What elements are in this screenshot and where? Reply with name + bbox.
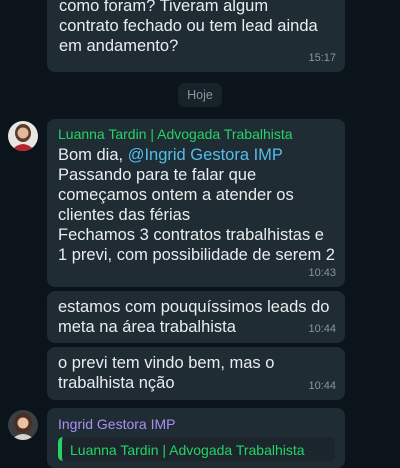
message-bubble[interactable]: como foram? Tiveram algum contrato fecha…: [47, 0, 345, 72]
message-time: 10:43: [308, 267, 336, 279]
message-text: como foram? Tiveram algum contrato fecha…: [59, 0, 318, 55]
message-time: 15:17: [308, 52, 336, 64]
message-text: o previ tem vindo bem, mas o trabalhista…: [58, 354, 275, 392]
message-time: 10:44: [308, 380, 336, 392]
sender-name[interactable]: Luanna Tardin | Advogada Trabalhista: [58, 125, 335, 143]
message-text: estamos com pouquíssimos leads do meta n…: [58, 298, 330, 336]
avatar[interactable]: [8, 410, 38, 440]
date-separator: Hoje: [178, 83, 222, 107]
message-bubble[interactable]: Luanna Tardin | Advogada Trabalhista Bom…: [47, 119, 345, 287]
message-bubble[interactable]: estamos com pouquíssimos leads do meta n…: [47, 291, 345, 343]
message-text: Bom dia, @Ingrid Gestora IMP Passando pa…: [58, 145, 335, 265]
message-body: Passando para te falar que começamos ont…: [58, 166, 335, 264]
sender-name[interactable]: Ingrid Gestora IMP: [58, 415, 335, 433]
quoted-sender: Luanna Tardin | Advogada Trabalhista: [70, 442, 305, 458]
message-bubble[interactable]: Ingrid Gestora IMP Luanna Tardin | Advog…: [47, 408, 345, 468]
greeting-text: Bom dia,: [58, 146, 128, 164]
message-time: 10:44: [308, 323, 336, 335]
mention-link[interactable]: @Ingrid Gestora IMP: [128, 146, 283, 164]
quoted-message[interactable]: Luanna Tardin | Advogada Trabalhista: [58, 437, 335, 461]
message-bubble[interactable]: o previ tem vindo bem, mas o trabalhista…: [47, 347, 345, 400]
avatar[interactable]: [8, 121, 38, 151]
